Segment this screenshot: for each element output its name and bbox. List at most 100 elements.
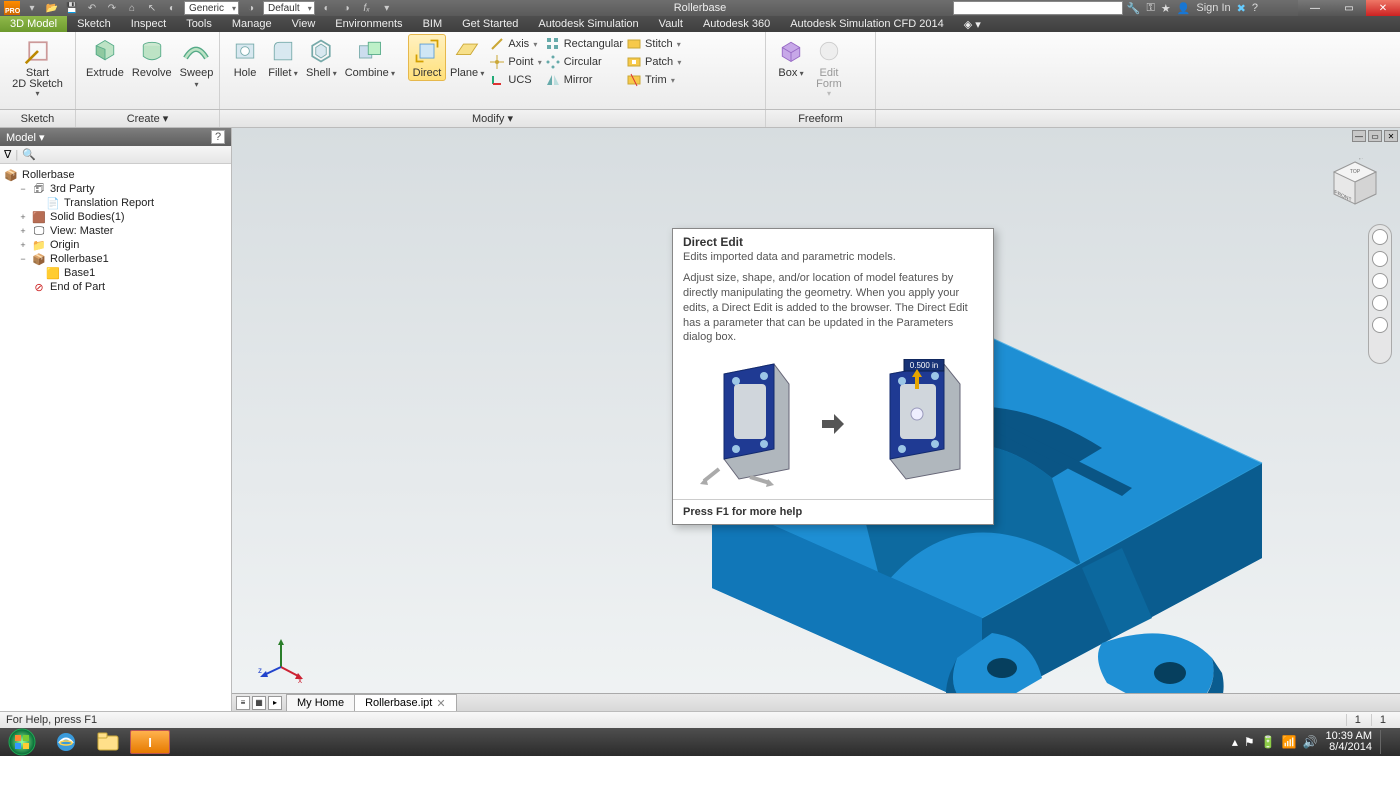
doctab-my-home[interactable]: My Home [287, 694, 355, 711]
browser-header[interactable]: Model ▾? [0, 128, 231, 146]
find-icon[interactable]: 🔍 [22, 148, 36, 161]
help-icon[interactable]: ? [211, 130, 225, 144]
sweep-button[interactable]: Sweep [176, 34, 218, 92]
signin-link[interactable]: Sign In [1196, 2, 1230, 14]
tab-inspect[interactable]: Inspect [121, 16, 176, 32]
appearance-swatch-icon[interactable]: ◑ [243, 1, 259, 15]
doctab-grid-icon[interactable]: ▦ [252, 696, 266, 710]
lookat-icon[interactable] [1372, 317, 1388, 333]
tree-base1[interactable]: 🟨Base1 [4, 266, 227, 280]
full-nav-wheel-icon[interactable] [1372, 229, 1388, 245]
close-button[interactable]: ✕ [1366, 0, 1400, 16]
vp-max-icon[interactable]: ▭ [1368, 130, 1382, 142]
show-desktop-button[interactable] [1380, 730, 1390, 754]
tab-extra-icon[interactable]: ◈ ▾ [954, 16, 991, 32]
help-search-input[interactable] [953, 1, 1123, 15]
axis-button[interactable]: Axis [488, 36, 543, 52]
tree-view-master[interactable]: +🖵View: Master [4, 224, 227, 238]
measure-icon[interactable]: ◑ [339, 1, 355, 15]
filter-icon[interactable]: ∇ [4, 148, 11, 161]
hole-button[interactable]: Hole [226, 34, 264, 81]
tab-3d-model[interactable]: 3D Model [0, 16, 67, 32]
key-icon[interactable]: ⚿ [1146, 2, 1154, 15]
revolve-button[interactable]: Revolve [128, 34, 176, 81]
viewport[interactable]: — ▭ ✕ TOP FRONT RIGHT [232, 128, 1400, 711]
stitch-button[interactable]: Stitch [625, 36, 683, 52]
extrude-button[interactable]: Extrude [82, 34, 128, 81]
tray-volume-icon[interactable]: 🔊 [1303, 735, 1318, 749]
star-icon[interactable]: ★ [1161, 2, 1171, 15]
tree-end-of-part[interactable]: ⊘End of Part [4, 280, 227, 294]
doctab-rollerbase[interactable]: Rollerbase.ipt✕ [355, 694, 456, 711]
direct-button[interactable]: Direct [408, 34, 446, 81]
tree-third-party[interactable]: −🗊3rd Party [4, 182, 227, 196]
tab-vault[interactable]: Vault [649, 16, 693, 32]
material-dropdown[interactable]: Generic [184, 1, 239, 15]
wrench-icon[interactable]: 🔧 [1127, 2, 1141, 15]
user-icon[interactable]: 👤 [1177, 2, 1191, 15]
shell-button[interactable]: Shell [302, 34, 341, 81]
tab-get-started[interactable]: Get Started [452, 16, 528, 32]
rectangular-button[interactable]: Rectangular [544, 36, 625, 52]
tree-solid-bodies[interactable]: +🟫Solid Bodies(1) [4, 210, 227, 224]
tab-sketch[interactable]: Sketch [67, 16, 121, 32]
point-button[interactable]: Point [488, 54, 543, 70]
circular-button[interactable]: Circular [544, 54, 625, 70]
minimize-button[interactable]: — [1298, 0, 1332, 16]
tab-sim-cfd[interactable]: Autodesk Simulation CFD 2014 [780, 16, 953, 32]
app-icon[interactable]: PRO [4, 1, 20, 15]
tray-flag-icon[interactable]: ⚑ [1244, 735, 1255, 749]
tab-manage[interactable]: Manage [222, 16, 282, 32]
undo-icon[interactable]: ↶ [84, 1, 100, 15]
material-swatch-icon[interactable]: ◐ [164, 1, 180, 15]
plane-button[interactable]: Plane [446, 34, 488, 81]
mirror-button[interactable]: Mirror [544, 72, 625, 88]
tab-autodesk-360[interactable]: Autodesk 360 [693, 16, 780, 32]
start-button[interactable] [4, 728, 40, 756]
tree-origin[interactable]: +📁Origin [4, 238, 227, 252]
taskbar-inventor[interactable]: I [130, 730, 170, 754]
tray-up-icon[interactable]: ▴ [1232, 735, 1238, 749]
select-icon[interactable]: ↖ [144, 1, 160, 15]
tab-autodesk-simulation[interactable]: Autodesk Simulation [528, 16, 648, 32]
vp-close-icon[interactable]: ✕ [1384, 130, 1398, 142]
fillet-button[interactable]: Fillet [264, 34, 302, 81]
vp-min-icon[interactable]: — [1352, 130, 1366, 142]
viewcube[interactable]: TOP FRONT RIGHT [1330, 158, 1380, 208]
panel-title-modify[interactable]: Modify ▾ [220, 110, 766, 127]
taskbar-explorer[interactable] [88, 730, 128, 754]
start-2d-sketch-button[interactable]: Start 2D Sketch ▾ [6, 34, 69, 100]
appearance-dropdown[interactable]: Default [263, 1, 315, 15]
maximize-button[interactable]: ▭ [1332, 0, 1366, 16]
dropdown-icon[interactable]: ▾ [379, 1, 395, 15]
trim-button[interactable]: Trim [625, 72, 683, 88]
tab-bim[interactable]: BIM [413, 16, 453, 32]
new-icon[interactable]: ▾ [24, 1, 40, 15]
zoom-icon[interactable] [1372, 273, 1388, 289]
open-icon[interactable]: 📂 [44, 1, 60, 15]
tab-view[interactable]: View [282, 16, 326, 32]
taskbar-ie[interactable] [46, 730, 86, 754]
box-button[interactable]: Box [772, 34, 810, 81]
home-icon[interactable]: ⌂ [124, 1, 140, 15]
help-icon[interactable]: ? [1252, 2, 1258, 14]
tab-environments[interactable]: Environments [325, 16, 412, 32]
pan-icon[interactable] [1372, 251, 1388, 267]
orbit-icon[interactable] [1372, 295, 1388, 311]
doctab-list-icon[interactable]: ≡ [236, 696, 250, 710]
tab-tools[interactable]: Tools [176, 16, 222, 32]
doctab-close-icon[interactable]: ✕ [436, 697, 445, 710]
taskbar-clock[interactable]: 10:39 AM 8/4/2014 [1326, 731, 1372, 753]
combine-button[interactable]: Combine [341, 34, 399, 81]
tree-rollerbase1[interactable]: −📦Rollerbase1 [4, 252, 227, 266]
save-icon[interactable]: 💾 [64, 1, 80, 15]
tray-network-icon[interactable]: 📶 [1282, 735, 1297, 749]
exchange-icon[interactable]: ✖ [1237, 2, 1246, 15]
redo-icon[interactable]: ↷ [104, 1, 120, 15]
adjust-icon[interactable]: ◐ [319, 1, 335, 15]
tray-power-icon[interactable]: 🔋 [1261, 735, 1276, 749]
fx-icon[interactable]: fₓ [359, 1, 375, 15]
doctab-arrow-icon[interactable]: ▸ [268, 696, 282, 710]
panel-title-create[interactable]: Create ▾ [76, 110, 220, 127]
patch-button[interactable]: Patch [625, 54, 683, 70]
